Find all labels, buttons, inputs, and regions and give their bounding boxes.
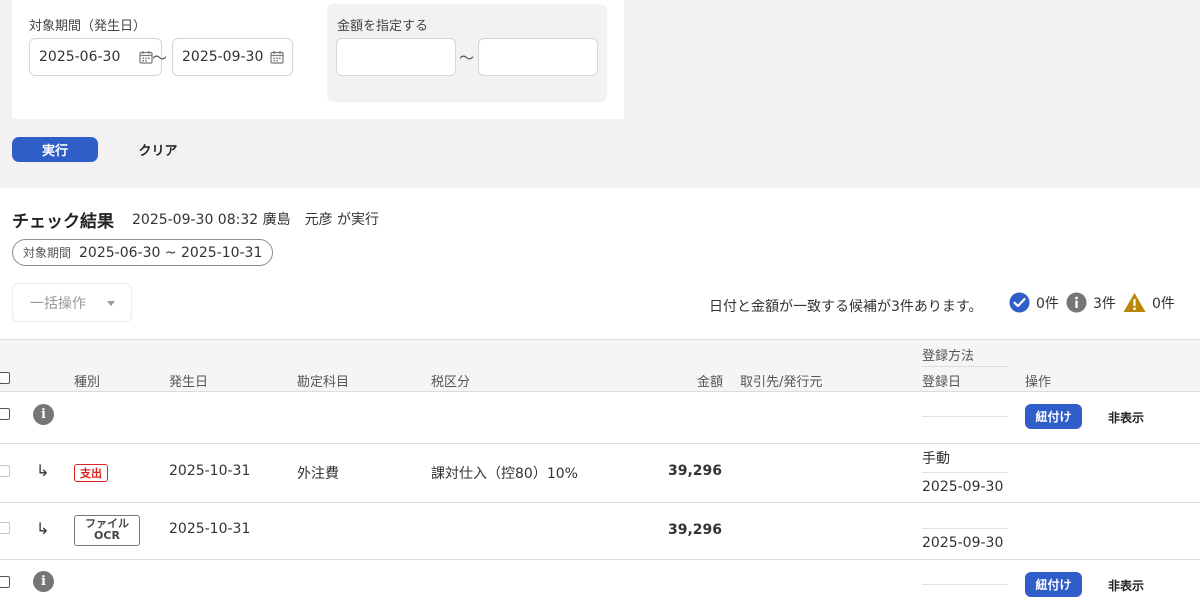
bulk-action-label: 一括操作 (30, 295, 86, 312)
row-divider (0, 559, 1200, 560)
reg-divider (922, 472, 1008, 473)
period-chip: 対象期間 2025-06-30 ~ 2025-10-31 (12, 239, 274, 266)
link-button[interactable]: 紐付け (1025, 572, 1082, 597)
stat-info: 3件 (1066, 292, 1116, 313)
bulk-action-dropdown[interactable]: 一括操作 (12, 283, 132, 322)
run-button[interactable]: 実行 (12, 137, 98, 162)
stat-warning: 0件 (1123, 292, 1175, 313)
hide-button[interactable]: 非表示 (1108, 409, 1144, 426)
select-all-checkbox[interactable] (0, 372, 10, 384)
header-amount: 金額 (697, 375, 724, 390)
header-tax: 税区分 (431, 375, 471, 390)
header-account: 勘定科目 (297, 375, 350, 390)
date-to-value: 2025-09-30 (182, 49, 264, 65)
row-tax: 課対仕入（控80）10% (431, 466, 578, 482)
stat-matched-count: 0件 (1036, 295, 1059, 312)
results-title: チェック結果 (12, 212, 114, 232)
row-checkbox[interactable] (0, 408, 10, 420)
header-date: 発生日 (169, 375, 209, 390)
row-divider (0, 443, 1200, 444)
amount-to-input[interactable] (478, 38, 598, 76)
reg-divider (922, 528, 1008, 529)
info-circle-icon: i (33, 571, 54, 592)
row-checkbox[interactable] (0, 576, 10, 588)
row-date: 2025-10-31 (169, 463, 251, 479)
info-circle-icon: i (33, 404, 54, 425)
stat-matched: 0件 (1009, 292, 1059, 313)
warning-triangle-icon (1123, 293, 1146, 312)
results-meta: 2025-09-30 08:32 廣島 元彦 が実行 (132, 212, 380, 228)
period-chip-value: 2025-06-30 ~ 2025-10-31 (79, 244, 263, 261)
calendar-icon[interactable] (139, 50, 153, 64)
hide-button[interactable]: 非表示 (1108, 577, 1144, 594)
date-from-value: 2025-06-30 (39, 49, 121, 65)
period-chip-key: 対象期間 (23, 246, 72, 260)
header-type: 種別 (74, 375, 101, 390)
reg-placeholder-line (922, 416, 1008, 417)
row-reg-date: 2025-09-30 (922, 479, 1004, 495)
link-button[interactable]: 紐付け (1025, 404, 1082, 429)
amount-label: 金額を指定する (337, 19, 429, 34)
date-to-input[interactable]: 2025-09-30 (172, 38, 293, 76)
row-reg-method: 手動 (922, 451, 950, 467)
row-date: 2025-10-31 (169, 521, 251, 537)
row-checkbox[interactable] (0, 465, 10, 477)
header-divider (922, 366, 1008, 367)
type-badge-expense: 支出 (74, 464, 108, 482)
amount-from-input[interactable] (336, 38, 456, 76)
child-arrow-icon: ↳ (36, 519, 50, 538)
header-reg-date: 登録日 (922, 375, 962, 390)
header-reg-method: 登録方法 (922, 349, 975, 364)
clear-button[interactable]: クリア (120, 137, 196, 162)
date-range-separator: 〜 (152, 49, 168, 67)
row-reg-date: 2025-09-30 (922, 535, 1004, 551)
period-label: 対象期間（発生日） (29, 19, 147, 34)
date-from-input[interactable]: 2025-06-30 (29, 38, 162, 76)
amount-range-separator: 〜 (459, 49, 475, 67)
filter-area: 対象期間（発生日） 2025-06-30 〜 2025-09-30 金額を指定す… (0, 0, 1200, 188)
table-header: 種別 発生日 勘定科目 税区分 金額 取引先/発行元 登録方法 登録日 操作 (0, 339, 1200, 392)
row-amount: 39,296 (667, 522, 722, 538)
match-summary: 日付と金額が一致する候補が3件あります。 (709, 299, 983, 315)
row-account: 外注費 (297, 466, 339, 482)
row-checkbox[interactable] (0, 522, 10, 534)
stat-info-count: 3件 (1093, 295, 1116, 312)
amount-filter-box: 金額を指定する 〜 (327, 4, 607, 102)
info-circle-icon (1066, 292, 1087, 313)
child-arrow-icon: ↳ (36, 461, 50, 480)
caret-down-icon (107, 301, 115, 306)
row-amount: 39,296 (667, 463, 722, 479)
calendar-icon[interactable] (270, 50, 284, 64)
badge-line-2: OCR (94, 529, 120, 542)
header-ops: 操作 (1025, 375, 1052, 390)
header-partner: 取引先/発行元 (740, 375, 823, 390)
check-circle-icon (1009, 292, 1030, 313)
type-badge-file-ocr: ファイル OCR (74, 515, 140, 546)
row-divider (0, 502, 1200, 503)
reg-placeholder-line (922, 584, 1008, 585)
stat-warning-count: 0件 (1152, 295, 1175, 312)
